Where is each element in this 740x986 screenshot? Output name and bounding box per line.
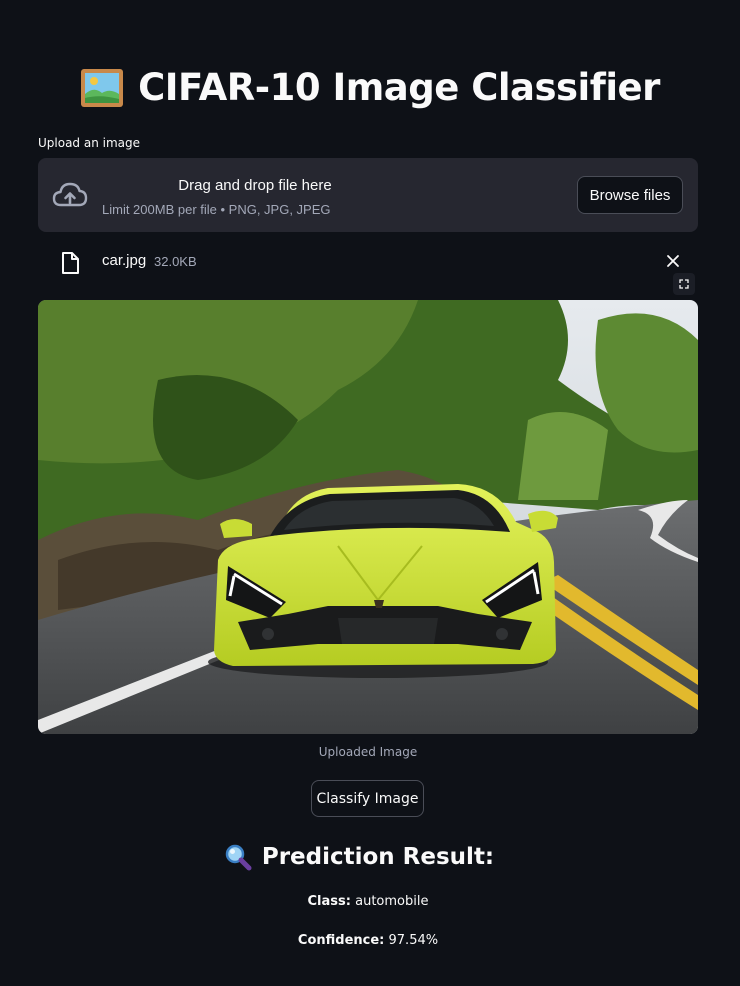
framed-picture-icon xyxy=(81,68,124,107)
browse-files-button[interactable]: Browse files xyxy=(577,176,683,214)
page-title: CIFAR-10 Image Classifier xyxy=(0,66,740,109)
page-title-text: CIFAR-10 Image Classifier xyxy=(138,66,660,109)
close-icon xyxy=(667,255,679,267)
uploaded-image xyxy=(38,300,698,734)
class-label: Class: xyxy=(307,894,351,909)
remove-file-button[interactable] xyxy=(664,252,682,270)
dropzone-title: Drag and drop file here xyxy=(178,177,332,194)
classify-image-button[interactable]: Classify Image xyxy=(311,780,424,817)
file-dropzone[interactable]: Drag and drop file here Limit 200MB per … xyxy=(38,158,698,232)
class-value: automobile xyxy=(355,894,429,909)
prediction-confidence: Confidence: 97.54% xyxy=(0,933,736,948)
uploaded-file-name: car.jpg xyxy=(102,252,147,269)
predicted-class: Class: automobile xyxy=(0,894,736,909)
uploaded-file-size: 32.0KB xyxy=(154,254,197,269)
cloud-upload-icon xyxy=(52,182,88,207)
uploaded-file-row: car.jpg 32.0KB xyxy=(38,248,698,278)
dropzone-subtitle: Limit 200MB per file • PNG, JPG, JPEG xyxy=(102,202,331,217)
prediction-heading: Prediction Result: xyxy=(0,843,718,871)
prediction-heading-text: Prediction Result: xyxy=(261,844,495,870)
fullscreen-button[interactable] xyxy=(673,273,695,295)
magnifier-icon xyxy=(225,844,252,871)
confidence-value: 97.54% xyxy=(388,933,439,948)
app-page: CIFAR-10 Image Classifier Upload an imag… xyxy=(0,0,740,986)
car-photo xyxy=(38,300,698,734)
expand-icon xyxy=(679,279,689,289)
image-caption: Uploaded Image xyxy=(318,745,418,759)
confidence-label: Confidence: xyxy=(297,933,385,948)
uploader-label: Upload an image xyxy=(38,136,141,150)
file-icon xyxy=(62,252,79,274)
